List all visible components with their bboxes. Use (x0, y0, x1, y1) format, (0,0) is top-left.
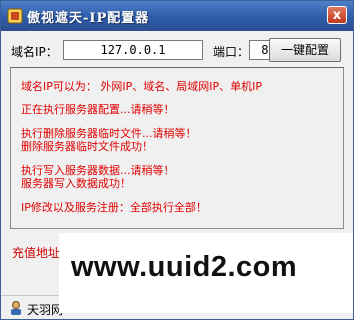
log-panel: 域名IP可以为： 外网IP、域名、局域网IP、单机IP 正在执行服务器配置...… (10, 67, 344, 229)
status-text: 天羽网 (27, 303, 64, 317)
watermark-overlay: www.uuid2.com (59, 233, 353, 313)
app-icon (7, 8, 23, 24)
window-title: 傲视遮天-IP配置器 (27, 11, 150, 26)
close-icon: x (332, 8, 342, 23)
log-line: 服务器写入数据成功！ (21, 177, 131, 190)
ip-input[interactable]: 127.0.0.1 (63, 40, 203, 60)
port-label: 端口： (213, 45, 250, 59)
log-line: 正在执行服务器配置...请稍等！ (21, 103, 175, 116)
user-icon (11, 301, 21, 315)
log-line: IP修改以及服务注册：全部执行全部！ (21, 201, 207, 214)
one-click-configure-button[interactable]: 一键配置 (269, 38, 341, 62)
title-bar[interactable]: 傲视遮天-IP配置器 x (1, 1, 353, 31)
app-window: 傲视遮天-IP配置器 x 域名IP： 127.0.0.1 端口： 80 一键配置… (0, 0, 354, 320)
log-line: 删除服务器临时文件成功！ (21, 140, 153, 153)
close-button[interactable]: x (327, 6, 347, 24)
recharge-address-label: 充值地址 (12, 246, 61, 260)
watermark-text: www.uuid2.com (71, 251, 298, 283)
ip-label: 域名IP： (11, 45, 58, 59)
log-line: 域名IP可以为： 外网IP、域名、局域网IP、单机IP (21, 80, 263, 93)
